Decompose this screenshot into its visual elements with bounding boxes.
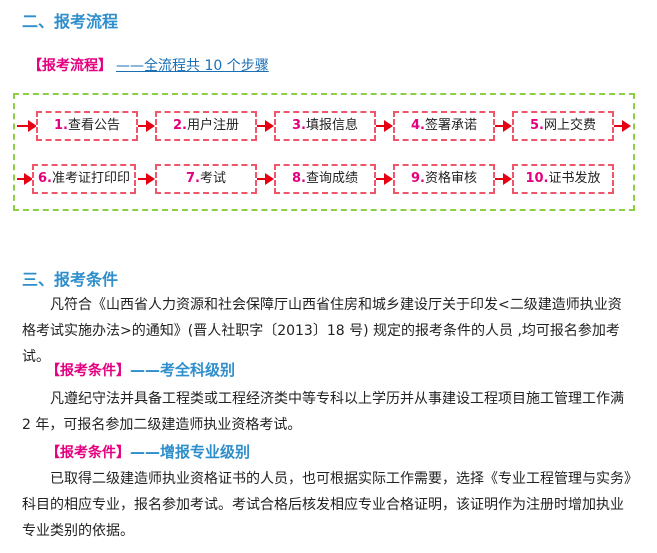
step-5: 5.网上交费 bbox=[512, 111, 614, 141]
step-10: 10.证书发放 bbox=[512, 164, 614, 194]
step-9: 9.资格审核 bbox=[393, 164, 495, 194]
arrow-icon bbox=[376, 120, 393, 132]
process-tag: 【报考流程】 bbox=[28, 58, 112, 74]
condition-full-subject-paragraph: 凡遵纪守法并具备工程类或工程经济类中等专科以上学历并从事建设工程项目施工管理工作… bbox=[22, 391, 624, 433]
process-steps-link[interactable]: ——全流程共 10 个步骤 bbox=[116, 58, 269, 74]
condition-add-major-heading: 【报考条件】——增报专业级别 bbox=[46, 443, 251, 461]
arrow-icon bbox=[495, 120, 512, 132]
step-6: 6.准考证打印印 bbox=[32, 164, 136, 194]
arrow-icon bbox=[138, 173, 155, 185]
process-subheading: 【报考流程】 ——全流程共 10 个步骤 bbox=[28, 55, 269, 75]
step-2: 2.用户注册 bbox=[155, 111, 257, 141]
section-title-conditions: 三、报考条件 bbox=[22, 270, 119, 289]
arrow-icon bbox=[257, 120, 274, 132]
arrow-icon bbox=[376, 173, 393, 185]
step-3: 3.填报信息 bbox=[274, 111, 376, 141]
section-title-process: 二、报考流程 bbox=[22, 12, 119, 31]
arrow-icon bbox=[257, 173, 274, 185]
arrow-icon bbox=[138, 120, 155, 132]
step-7: 7.考试 bbox=[155, 164, 257, 194]
arrow-icon bbox=[17, 120, 37, 132]
condition-full-subject-heading: 【报考条件】——考全科级别 bbox=[46, 361, 236, 379]
arrow-icon bbox=[17, 173, 33, 185]
arrow-icon bbox=[614, 120, 631, 132]
arrow-icon bbox=[495, 173, 512, 185]
step-4: 4.签署承诺 bbox=[393, 111, 495, 141]
step-8: 8.查询成绩 bbox=[274, 164, 376, 194]
step-1: 1.查看公告 bbox=[36, 111, 138, 141]
condition-add-major-paragraph: 已取得二级建造师执业资格证书的人员，也可根据实际工作需要，选择《专业工程管理与实… bbox=[22, 471, 631, 539]
